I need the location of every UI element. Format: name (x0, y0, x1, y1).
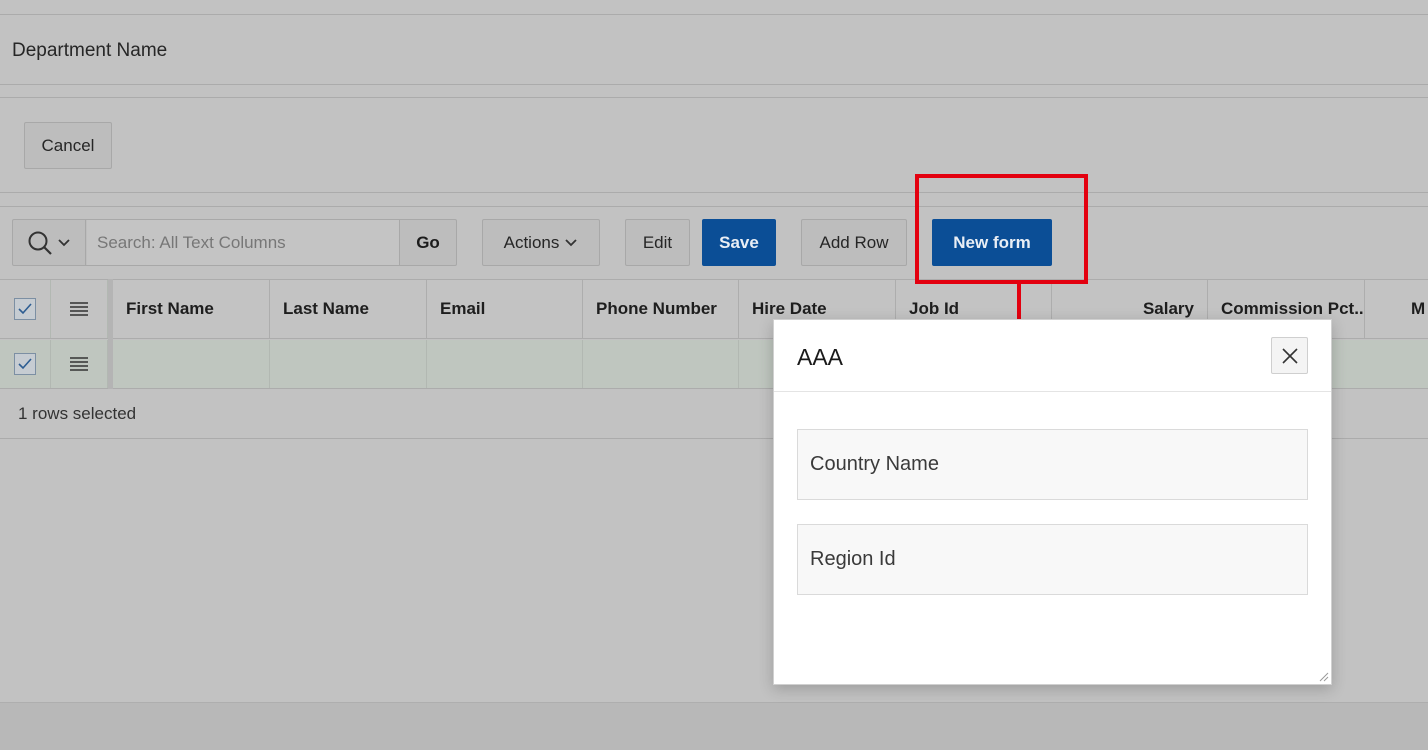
dialog-title: AAA (797, 344, 844, 370)
dialog-close-button[interactable] (1271, 337, 1308, 374)
department-name-label: Department Name (12, 40, 168, 61)
annotation-highlight-box (915, 174, 1088, 284)
close-icon (1281, 347, 1298, 364)
checkbox-icon[interactable] (14, 353, 36, 375)
region-id-field[interactable]: Region Id (797, 524, 1308, 595)
form-dialog: AAA Country Name Region Id (773, 319, 1332, 685)
divider (0, 84, 1428, 85)
select-all-cell[interactable] (0, 280, 51, 338)
chevron-down-icon (565, 238, 578, 246)
search-box: Go (12, 219, 457, 266)
actions-label: Actions (503, 232, 560, 252)
add-row-button[interactable]: Add Row (801, 219, 907, 266)
column-header-last-name[interactable]: Last Name (270, 280, 427, 338)
row-select-cell[interactable] (0, 340, 51, 388)
country-name-field[interactable]: Country Name (797, 429, 1308, 500)
table-cell[interactable] (427, 340, 583, 388)
search-icon (28, 231, 52, 255)
table-cell[interactable] (583, 340, 739, 388)
top-divider (0, 14, 1428, 15)
search-column-selector[interactable] (13, 220, 86, 265)
column-header-manager[interactable]: M (1365, 280, 1428, 338)
divider (0, 206, 1428, 207)
frozen-column-separator (108, 279, 113, 389)
divider (0, 192, 1428, 193)
search-input[interactable] (87, 220, 399, 265)
chevron-down-icon (58, 238, 70, 246)
cancel-button[interactable]: Cancel (24, 122, 112, 169)
column-header-email[interactable]: Email (427, 280, 583, 338)
row-menu-cell[interactable] (51, 340, 108, 388)
row-menu-header-cell[interactable] (51, 280, 108, 338)
edit-button[interactable]: Edit (625, 219, 690, 266)
resize-grip-icon[interactable] (1317, 670, 1329, 682)
go-button[interactable]: Go (399, 220, 456, 265)
column-header-first-name[interactable]: First Name (113, 280, 270, 338)
page-footer (0, 702, 1428, 750)
row-menu-icon (70, 357, 88, 371)
save-button[interactable]: Save (702, 219, 776, 266)
row-menu-icon (70, 302, 88, 316)
table-cell[interactable] (270, 340, 427, 388)
actions-menu-button[interactable]: Actions (482, 219, 600, 266)
divider (0, 97, 1428, 98)
table-cell[interactable] (113, 340, 270, 388)
table-cell[interactable] (1365, 340, 1428, 388)
checkbox-icon[interactable] (14, 298, 36, 320)
dialog-header-divider (774, 391, 1331, 392)
column-header-phone-number[interactable]: Phone Number (583, 280, 739, 338)
selection-status: 1 rows selected (18, 404, 137, 423)
